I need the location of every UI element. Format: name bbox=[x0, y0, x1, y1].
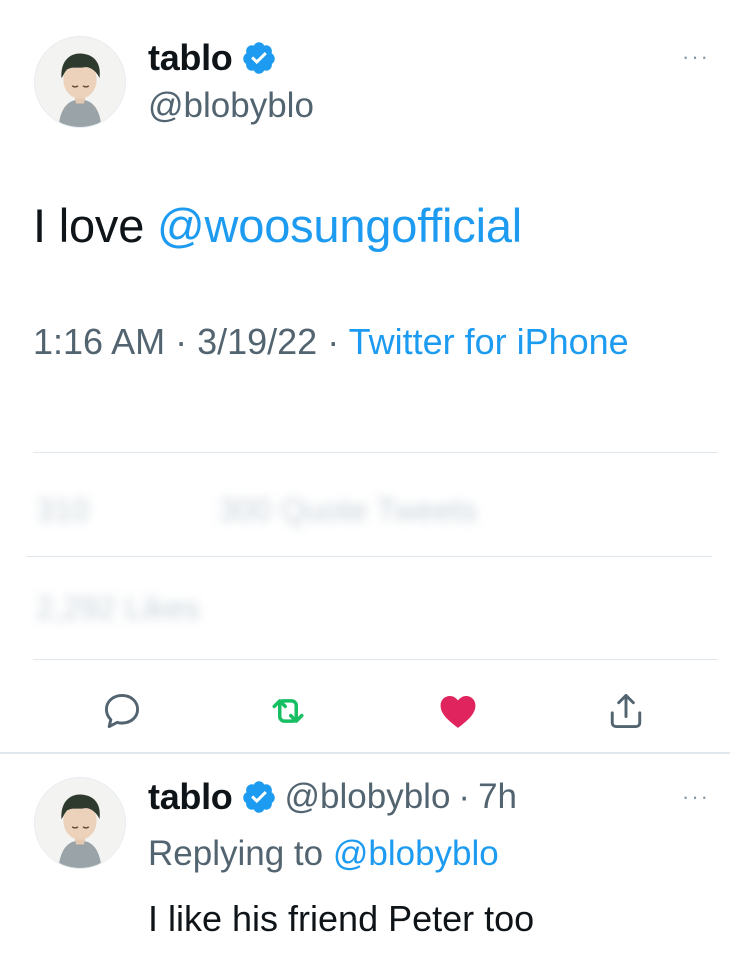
divider bbox=[26, 556, 712, 557]
divider bbox=[33, 452, 718, 453]
reply-timestamp[interactable]: 7h bbox=[478, 777, 517, 817]
tweet-author[interactable]: tablo bbox=[148, 36, 277, 80]
avatar-image bbox=[35, 778, 125, 868]
quote-tweets-count[interactable]: 300 Quote Tweets bbox=[218, 492, 477, 528]
author-name[interactable]: tablo bbox=[148, 37, 233, 79]
share-icon bbox=[610, 693, 642, 729]
author-handle[interactable]: @blobyblo bbox=[148, 86, 314, 126]
replying-to-label: Replying to bbox=[148, 834, 324, 873]
like-button[interactable] bbox=[436, 689, 480, 733]
section-divider bbox=[0, 752, 730, 754]
tweet-mention-link[interactable]: @woosungofficial bbox=[157, 199, 522, 252]
divider bbox=[33, 659, 718, 660]
reply-header: tablo @blobyblo · 7h bbox=[148, 774, 517, 820]
reply-button[interactable] bbox=[100, 689, 144, 733]
avatar[interactable] bbox=[34, 36, 126, 128]
more-options-icon[interactable]: ··· bbox=[682, 44, 710, 70]
tweet-source-link[interactable]: Twitter for iPhone bbox=[349, 321, 629, 362]
reply-author-name[interactable]: tablo bbox=[148, 776, 233, 818]
reply-avatar[interactable] bbox=[34, 777, 126, 869]
reply-more-options-icon[interactable]: ··· bbox=[682, 784, 710, 810]
tweet-time[interactable]: 1:16 AM bbox=[33, 321, 165, 362]
reply-dot-separator: · bbox=[458, 777, 471, 816]
verified-badge-icon bbox=[241, 779, 277, 815]
stats-row-likes: 2,292 Likes bbox=[36, 590, 200, 627]
replying-to-handle-link[interactable]: @blobyblo bbox=[333, 834, 499, 873]
replying-to-line: Replying to @blobyblo bbox=[148, 834, 499, 874]
avatar-image bbox=[35, 37, 125, 127]
likes-count[interactable]: 2,292 Likes bbox=[36, 590, 200, 626]
share-button[interactable] bbox=[604, 689, 648, 733]
meta-separator: · bbox=[317, 321, 349, 362]
tweet-text-prefix: I love bbox=[33, 199, 157, 252]
retweet-icon bbox=[272, 699, 304, 723]
retweet-button[interactable] bbox=[266, 689, 310, 733]
retweet-count[interactable]: 310 bbox=[36, 492, 89, 528]
reply-author-handle[interactable]: @blobyblo bbox=[285, 777, 451, 817]
verified-badge-icon bbox=[241, 40, 277, 76]
reply-icon bbox=[104, 693, 140, 729]
tweet-date[interactable]: 3/19/22 bbox=[197, 321, 317, 362]
meta-separator: · bbox=[165, 321, 198, 362]
stats-row-retweets: 310 300 Quote Tweets bbox=[36, 492, 477, 529]
tweet-meta: 1:16 AM · 3/19/22 · Twitter for iPhone bbox=[33, 316, 653, 367]
reply-text: I like his friend Peter too bbox=[148, 898, 535, 939]
heart-icon bbox=[440, 695, 476, 728]
tweet-text: I love @woosungofficial bbox=[33, 198, 522, 253]
